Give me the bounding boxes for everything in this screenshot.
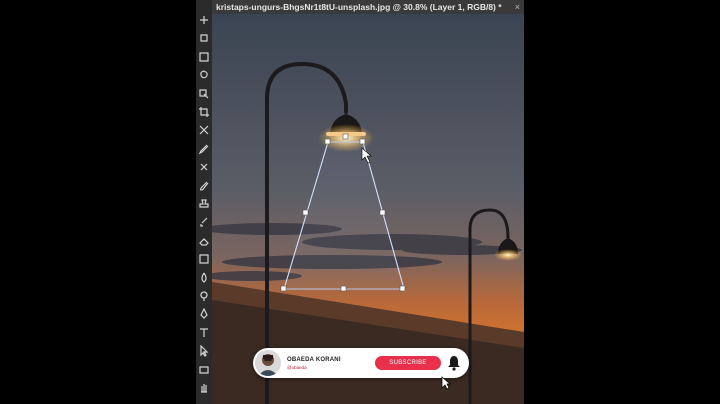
document-tab[interactable]: kristaps-ungurs-BhgsNr1t8tU-unsplash.jpg… — [216, 1, 502, 13]
rectangle-icon[interactable] — [198, 364, 210, 376]
marquee-icon[interactable] — [198, 51, 210, 63]
artboard-icon[interactable] — [198, 32, 210, 44]
blur-icon[interactable] — [198, 272, 210, 284]
tools-panel — [196, 0, 213, 404]
history-brush-icon[interactable] — [198, 216, 210, 228]
photo — [212, 14, 524, 404]
bell-icon[interactable] — [447, 355, 461, 371]
move-icon[interactable] — [198, 14, 210, 26]
tab-close-icon[interactable]: × — [515, 0, 520, 14]
channel-name: OBAEDA KORANI — [287, 357, 341, 363]
subscribe-banner: OBAEDA KORANI @obaeda SUBSCRIBE — [253, 348, 469, 378]
path-select-icon[interactable] — [198, 345, 210, 358]
object-select-icon[interactable] — [198, 88, 210, 100]
crop-icon[interactable] — [198, 106, 210, 118]
photoshop-workspace: kristaps-ungurs-BhgsNr1t8tU-unsplash.jpg… — [196, 0, 524, 404]
clone-stamp-icon[interactable] — [198, 198, 210, 210]
mouse-cursor-icon — [441, 376, 451, 390]
frame-icon[interactable] — [198, 124, 210, 136]
subscribe-button[interactable]: SUBSCRIBE — [375, 356, 441, 370]
document-tab-bar: kristaps-ungurs-BhgsNr1t8tU-unsplash.jpg… — [212, 0, 524, 15]
eyedropper-icon[interactable] — [198, 143, 210, 155]
brush-icon[interactable] — [198, 180, 210, 192]
avatar — [255, 350, 281, 376]
hand-icon[interactable] — [198, 382, 210, 394]
pen-icon[interactable] — [198, 308, 210, 320]
dodge-icon[interactable] — [198, 290, 210, 302]
type-icon[interactable] — [198, 327, 210, 339]
image-canvas[interactable] — [212, 14, 524, 404]
channel-handle: @obaeda — [287, 365, 307, 370]
eraser-icon[interactable] — [198, 235, 210, 247]
gradient-icon[interactable] — [198, 253, 210, 265]
spot-heal-icon[interactable] — [198, 161, 210, 173]
lasso-icon[interactable] — [198, 69, 210, 81]
